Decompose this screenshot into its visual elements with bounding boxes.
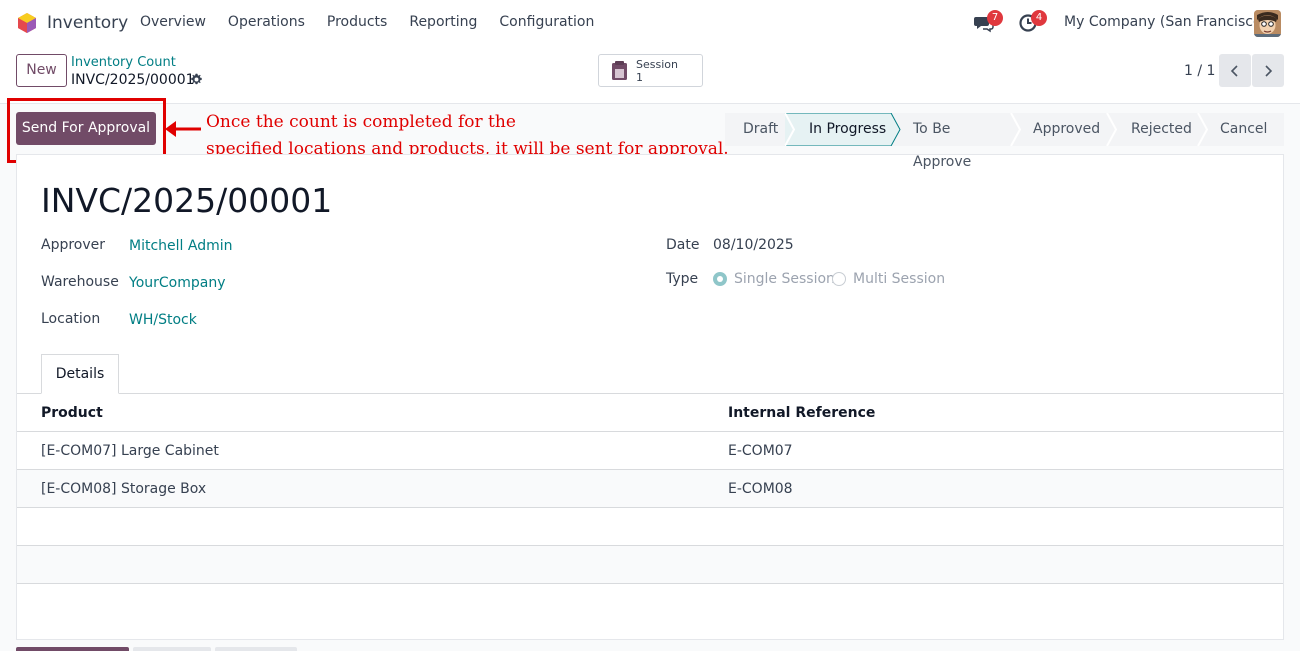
main-menu: Overview Operations Products Reporting C… xyxy=(140,14,616,30)
product-cell[interactable]: [E-COM07] Large Cabinet xyxy=(41,432,219,470)
stage-in-progress-text: In Progress xyxy=(809,121,887,137)
control-panel: New Inventory Count INVC/2025/00001 Sess… xyxy=(0,46,1300,104)
table-row[interactable]: [E-COM08] Storage Box E-COM08 xyxy=(17,470,1283,508)
chat-badge: 7 xyxy=(987,10,1003,26)
radio-multi-session-label[interactable]: Multi Session xyxy=(853,271,945,287)
tab-details[interactable]: Details xyxy=(41,354,119,394)
menu-configuration[interactable]: Configuration xyxy=(499,14,594,30)
table-header-row: Product Internal Reference xyxy=(17,394,1283,432)
table-row[interactable]: [E-COM07] Large Cabinet E-COM07 xyxy=(17,432,1283,470)
stage-approved-label: Approved xyxy=(1033,121,1101,137)
bottom-chatter-tabs xyxy=(16,647,297,651)
radio-single-session-label[interactable]: Single Session xyxy=(734,271,835,287)
activity-badge: 4 xyxy=(1031,10,1047,26)
date-label: Date xyxy=(666,237,700,253)
breadcrumb-parent-link[interactable]: Inventory Count xyxy=(71,55,176,70)
chevron-left-icon xyxy=(1230,64,1238,77)
product-cell[interactable]: [E-COM08] Storage Box xyxy=(41,470,206,508)
empty-table-row xyxy=(17,508,1283,546)
column-header-internal-reference[interactable]: Internal Reference xyxy=(728,394,875,432)
record-title: INVC/2025/00001 xyxy=(41,181,333,220)
stage-cancel-label: Cancel xyxy=(1220,121,1268,137)
menu-overview[interactable]: Overview xyxy=(140,14,206,30)
pager-next-button[interactable] xyxy=(1252,54,1284,87)
breadcrumb-current: INVC/2025/00001 xyxy=(71,72,195,88)
approver-label: Approver xyxy=(41,237,106,253)
chatter-log-note-tab[interactable] xyxy=(133,647,211,651)
radio-multi-session[interactable] xyxy=(832,272,846,286)
chevron-right-icon xyxy=(1265,64,1273,77)
avatar[interactable] xyxy=(1254,10,1281,37)
menu-reporting[interactable]: Reporting xyxy=(409,14,477,30)
annotation-line-1: Once the count is completed for the xyxy=(206,112,516,132)
internal-reference-cell[interactable]: E-COM08 xyxy=(728,470,793,508)
app-name[interactable]: Inventory xyxy=(47,13,128,33)
column-header-product[interactable]: Product xyxy=(41,394,103,432)
chatter-activity-tab[interactable] xyxy=(215,647,297,651)
form-sheet: INVC/2025/00001 Approver Mitchell Admin … xyxy=(16,154,1284,640)
inventory-app-logo-icon[interactable] xyxy=(16,12,38,34)
new-button[interactable]: New xyxy=(16,54,67,87)
user-avatar-icon xyxy=(1254,10,1281,37)
location-field[interactable]: WH/Stock xyxy=(129,312,197,328)
pager-value[interactable]: 1 / 1 xyxy=(1184,63,1215,79)
internal-reference-cell[interactable]: E-COM07 xyxy=(728,432,793,470)
empty-table-row xyxy=(17,546,1283,584)
top-navbar: Inventory Overview Operations Products R… xyxy=(0,0,1300,46)
type-label: Type xyxy=(666,271,699,287)
location-label: Location xyxy=(41,311,101,327)
radio-single-session[interactable] xyxy=(713,272,727,286)
pager-previous-button[interactable] xyxy=(1219,54,1251,87)
session-smart-button[interactable]: Session 1 xyxy=(598,54,703,87)
warehouse-field[interactable]: YourCompany xyxy=(129,275,226,291)
stage-draft-label: Draft xyxy=(743,121,779,137)
date-field[interactable]: 08/10/2025 xyxy=(713,237,794,253)
menu-operations[interactable]: Operations xyxy=(228,14,305,30)
menu-products[interactable]: Products xyxy=(327,14,387,30)
approver-field[interactable]: Mitchell Admin xyxy=(129,238,233,254)
empty-table-row xyxy=(17,584,1283,622)
session-label: Session xyxy=(636,58,678,71)
clipboard-icon xyxy=(612,61,627,80)
annotation-arrow-icon xyxy=(165,121,201,137)
warehouse-label: Warehouse xyxy=(41,274,119,290)
chatter-send-message-tab[interactable] xyxy=(16,647,129,651)
details-table: Product Internal Reference [E-COM07] Lar… xyxy=(17,394,1283,622)
stage-rejected-label: Rejected xyxy=(1131,121,1192,137)
session-count: 1 xyxy=(636,71,643,84)
gear-icon[interactable] xyxy=(190,73,203,86)
company-switcher[interactable]: My Company (San Francisco) xyxy=(1064,14,1267,30)
